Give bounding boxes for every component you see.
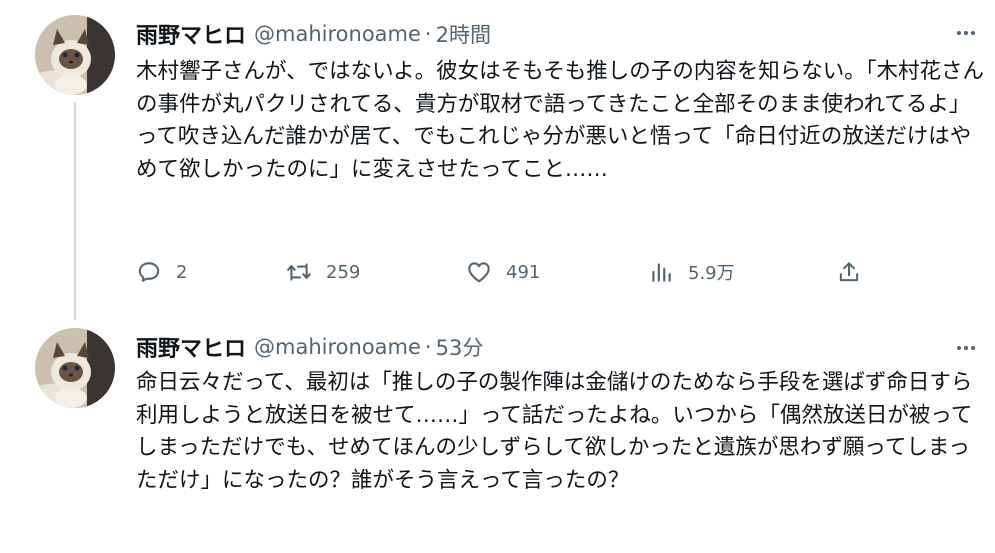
views-button[interactable]: 5.9万 — [648, 255, 735, 289]
tweet-header: 雨野マヒロ @mahironoame · 2時間 — [136, 17, 491, 51]
like-count: 491 — [506, 261, 541, 283]
like-icon — [466, 259, 492, 285]
retweet-count: 259 — [326, 261, 361, 283]
separator-dot: · — [424, 335, 432, 359]
tweet[interactable]: 雨野マヒロ @mahironoame · 53分 命日云々だって、最初は「推しの… — [0, 320, 995, 553]
share-icon — [836, 259, 862, 285]
reply-button[interactable]: 2 — [136, 255, 187, 289]
tweet-text: 命日云々だって、最初は「推しの子の製作陣は金儲けのためなら手段を選ばず命日すら利… — [136, 370, 973, 493]
views-icon — [648, 259, 674, 285]
separator-dot: · — [424, 22, 432, 46]
author-name[interactable]: 雨野マヒロ — [136, 331, 246, 363]
reply-icon — [136, 259, 162, 285]
author-handle[interactable]: @mahironoame — [254, 22, 421, 46]
avatar[interactable] — [35, 328, 115, 408]
tweet[interactable]: 雨野マヒロ @mahironoame · 2時間 木村響子さんが、ではないよ。彼… — [0, 0, 995, 320]
avatar[interactable] — [35, 15, 115, 95]
retweet-icon — [286, 259, 312, 285]
tweet-text: 木村響子さんが、ではないよ。彼女はそもそも推しの子の内容を知らない。「木村花さん… — [136, 59, 984, 182]
more-dots-icon[interactable] — [953, 335, 979, 361]
author-handle[interactable]: @mahironoame — [254, 335, 421, 359]
timestamp[interactable]: 53分 — [436, 332, 484, 362]
like-button[interactable]: 491 — [466, 255, 540, 289]
reply-count: 2 — [176, 261, 188, 283]
views-count: 5.9万 — [688, 263, 735, 284]
more-dots-icon[interactable] — [953, 20, 979, 46]
retweet-button[interactable]: 259 — [286, 255, 360, 289]
tweet-header: 雨野マヒロ @mahironoame · 53分 — [136, 330, 483, 364]
tweet-actions: 2 259 491 5.9万 — [136, 255, 876, 289]
timestamp[interactable]: 2時間 — [436, 19, 491, 49]
author-name[interactable]: 雨野マヒロ — [136, 18, 246, 50]
share-button[interactable] — [836, 255, 862, 289]
